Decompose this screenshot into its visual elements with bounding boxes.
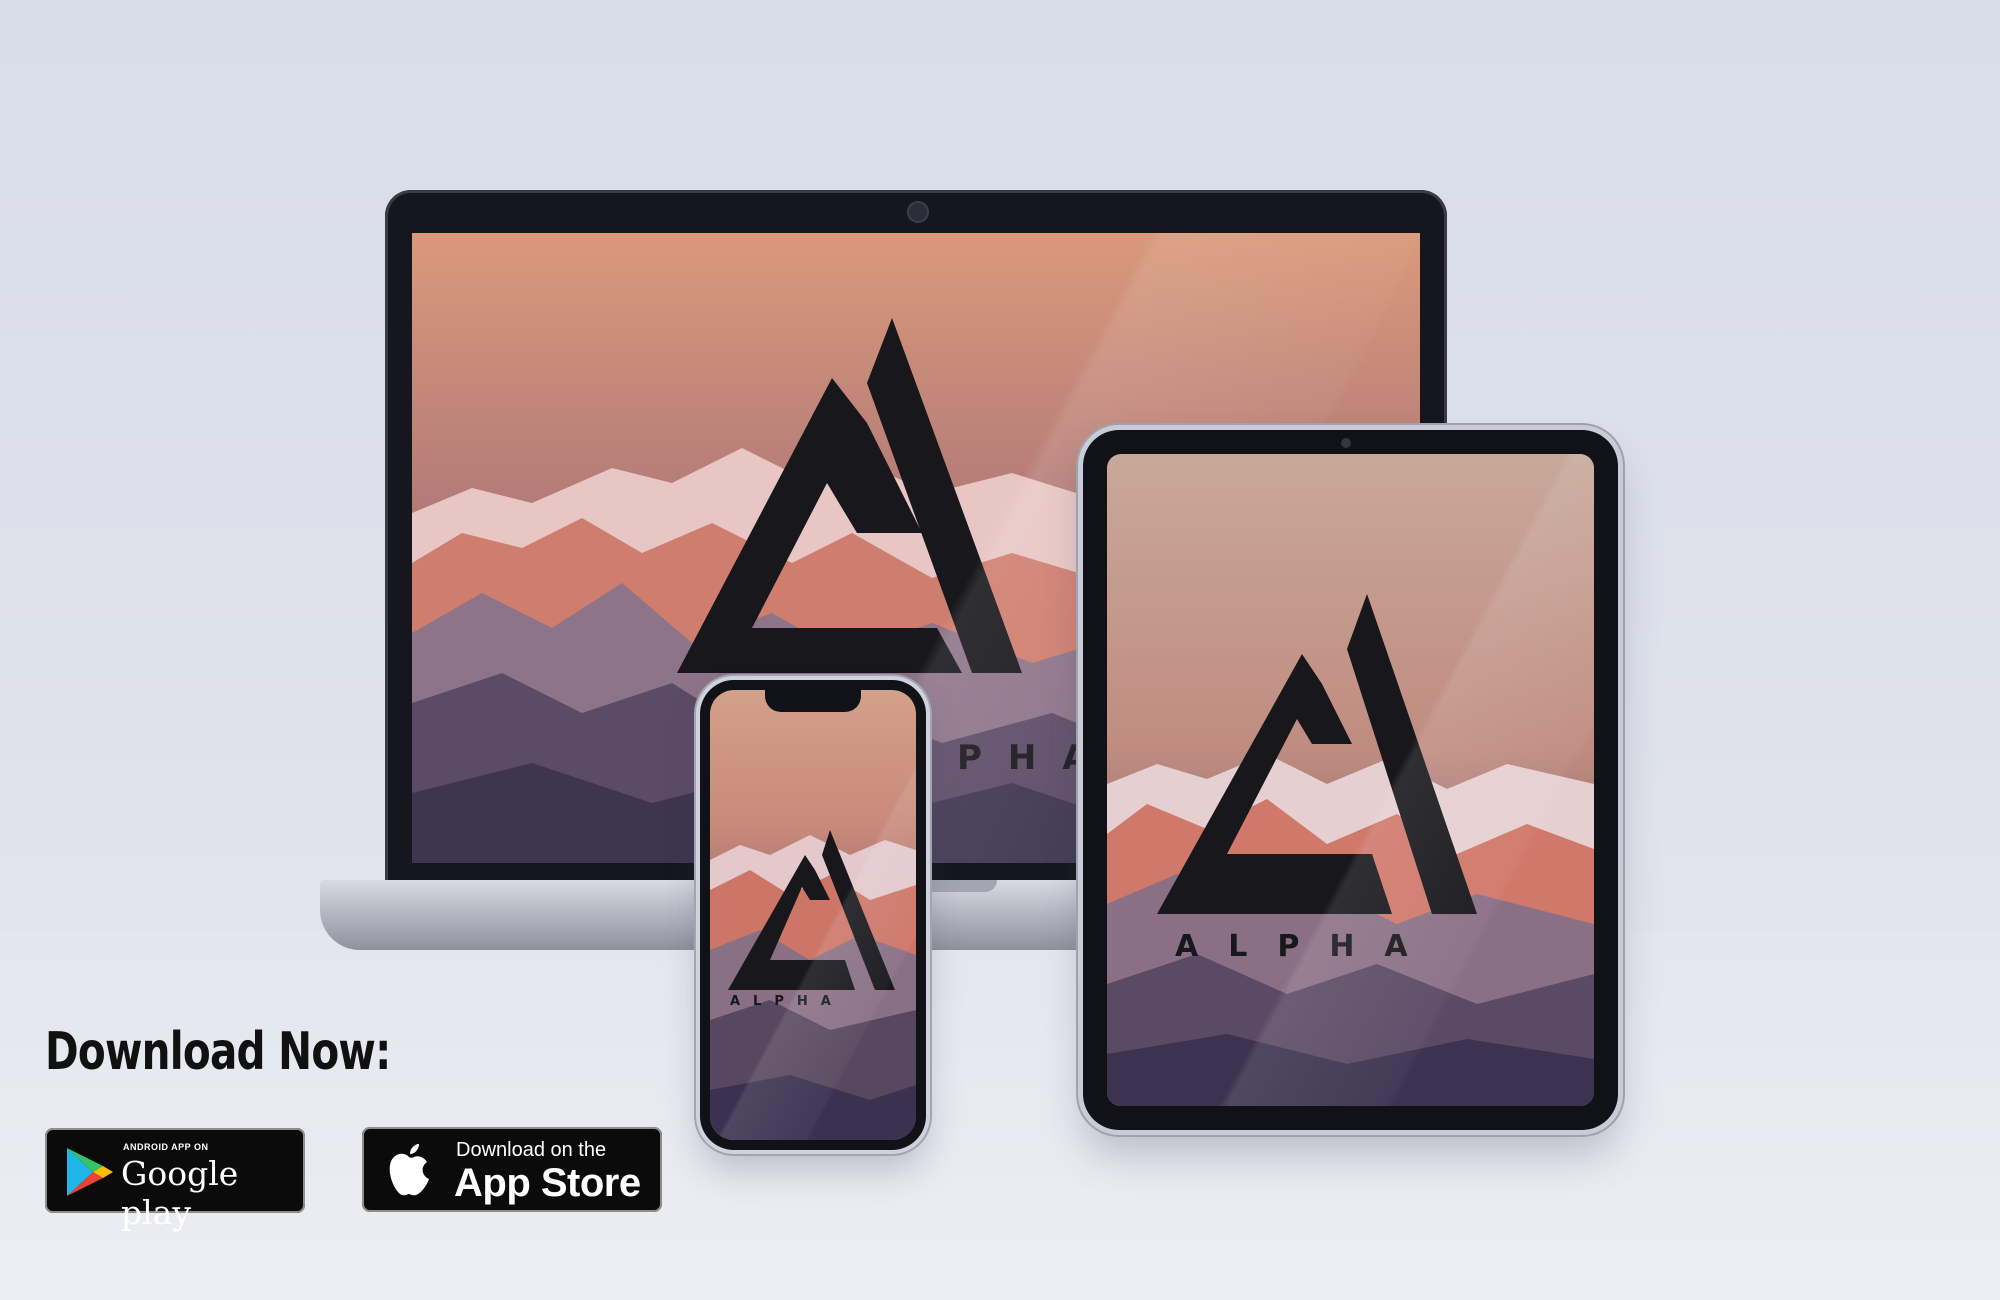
phone-notch	[765, 690, 861, 712]
app-store-small-label: Download on the	[456, 1139, 607, 1161]
phone-mockup: ALPHA	[700, 680, 926, 1150]
apple-logo-icon	[389, 1144, 429, 1196]
tablet-wordmark: ALPHA	[1175, 929, 1438, 964]
phone-wordmark: ALPHA	[730, 994, 844, 1009]
app-store-button[interactable]: Download on the App Store	[362, 1127, 662, 1212]
tablet-screen: ALPHA	[1107, 454, 1594, 1106]
google-play-small-label: ANDROID APP ON	[123, 1142, 209, 1152]
alpha-logo	[710, 690, 916, 1140]
logo-left-peak	[1157, 654, 1392, 914]
phone-screen: ALPHA	[710, 690, 916, 1140]
tablet-mockup: ALPHA	[1083, 430, 1618, 1130]
alpha-logo	[1107, 454, 1594, 1106]
download-heading: Download Now:	[45, 1022, 391, 1082]
laptop-camera	[907, 201, 929, 223]
google-play-button[interactable]: ANDROID APP ON Google play	[45, 1128, 305, 1232]
google-play-big-label: Google play	[121, 1154, 239, 1232]
google-play-triangle-icon	[67, 1148, 113, 1196]
app-store-big-label: App Store	[454, 1161, 641, 1205]
tablet-camera	[1341, 438, 1351, 448]
floor-reflection	[0, 930, 2000, 1300]
